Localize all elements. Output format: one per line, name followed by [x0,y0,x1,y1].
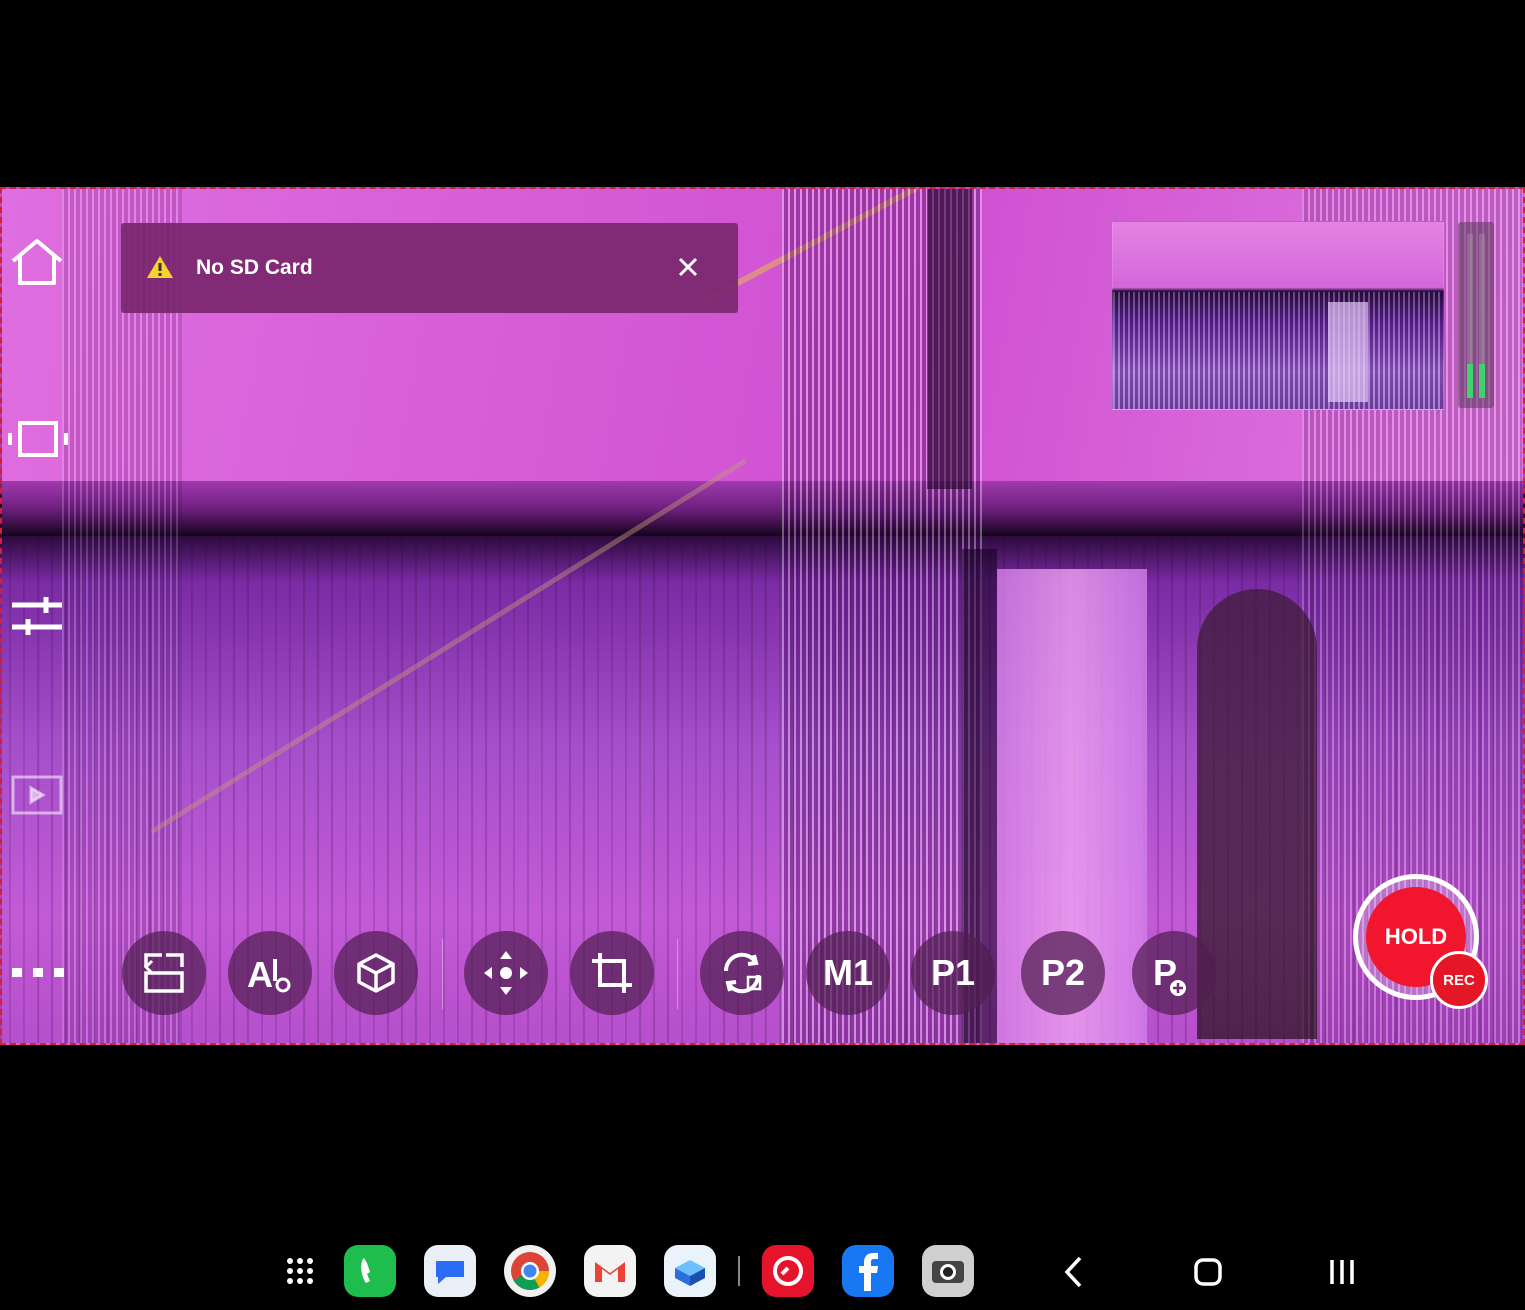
hold-label: HOLD [1384,924,1448,949]
preview-stripes [1113,292,1443,409]
preset-m1-button[interactable]: M1 [806,931,890,1015]
camera-icon[interactable] [922,1245,974,1297]
move-icon[interactable] [464,931,548,1015]
back-icon[interactable] [1052,1250,1096,1294]
sliders-icon[interactable] [10,595,64,639]
preset-p2-label: P2 [1040,952,1086,993]
audio-level-left [1467,364,1473,398]
audio-level-right [1479,364,1485,398]
chrome-icon[interactable] [504,1245,556,1297]
glitch-dark-column [927,189,972,489]
cast-app-icon[interactable] [762,1245,814,1297]
playback-icon[interactable] [10,774,64,816]
fullscreen-icon[interactable] [8,417,68,461]
glitch-stripes [62,189,182,1043]
3d-cube-icon[interactable] [334,931,418,1015]
facebook-icon[interactable] [842,1245,894,1297]
apps-grid-icon[interactable] [274,1245,326,1297]
program-preview[interactable] [1112,221,1444,410]
preset-p1-button[interactable]: P1 [911,931,995,1015]
home-icon[interactable] [8,236,66,288]
rec-button[interactable]: REC [1430,951,1488,1009]
preset-p1-label: P1 [930,952,976,993]
no-sd-card-toast: No SD Card [121,223,738,313]
svg-text:A: A [247,954,273,995]
home-nav-icon[interactable] [1186,1250,1230,1294]
preset-p2-button[interactable]: P2 [1021,931,1105,1015]
messages-icon[interactable] [424,1245,476,1297]
add-preset-button[interactable]: P [1132,931,1216,1015]
add-preset-icon [1169,964,1187,1006]
close-icon[interactable] [674,253,702,281]
preset-m1-label: M1 [822,952,873,993]
toast-message: No SD Card [196,256,313,279]
rec-label: REC [1443,971,1475,989]
preview-pillar [1328,302,1368,402]
scene-switch-icon[interactable] [122,931,206,1015]
phone-icon[interactable] [344,1245,396,1297]
rotate-camera-icon[interactable] [700,931,784,1015]
more-icon[interactable] [10,962,66,982]
ai-settings-icon[interactable]: A [228,931,312,1015]
warning-icon [146,254,174,282]
recents-icon[interactable] [1320,1250,1364,1294]
video-dark-band [2,481,1523,536]
files-icon[interactable] [664,1245,716,1297]
audio-meter [1458,222,1494,408]
taskbar-divider [738,1256,740,1286]
crop-icon[interactable] [570,931,654,1015]
toolbar-divider [442,939,443,1009]
gmail-icon[interactable] [584,1245,636,1297]
toolbar-divider [677,939,678,1009]
